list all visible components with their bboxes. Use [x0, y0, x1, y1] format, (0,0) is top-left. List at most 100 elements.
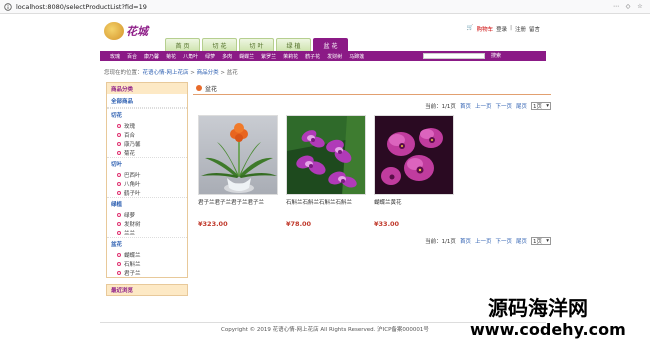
- nav-tab-green-plants[interactable]: 绿 植: [276, 38, 311, 51]
- page-select[interactable]: 1页 ▾: [531, 102, 551, 110]
- bullet-icon: [117, 252, 121, 257]
- first-page-link[interactable]: 首页: [460, 237, 471, 245]
- product-image-clivia[interactable]: [198, 115, 278, 195]
- breadcrumb: 您现在的位置：花语心情-网上花店 > 商品分类 > 盆花: [104, 68, 238, 76]
- cat-link[interactable]: 马蹄莲: [349, 53, 364, 60]
- cart-icon[interactable]: 🛒: [467, 25, 474, 33]
- page-info: 当前：1/1页: [425, 104, 456, 110]
- cat-link[interactable]: 鹤子花: [305, 53, 320, 60]
- sidebar-group-title[interactable]: 盆花: [107, 237, 187, 250]
- bullet-icon: [117, 261, 121, 266]
- next-page-link[interactable]: 下一页: [495, 102, 512, 110]
- breadcrumb-category[interactable]: 商品分类: [197, 70, 219, 76]
- bullet-icon: [117, 221, 121, 226]
- nav-tab-home[interactable]: 首 页: [165, 38, 200, 51]
- bullet-icon: [117, 123, 121, 128]
- next-page-link[interactable]: 下一页: [495, 237, 512, 245]
- cat-link[interactable]: 多肉: [222, 53, 232, 60]
- product-image-dendrobium[interactable]: [286, 115, 366, 195]
- cart-link[interactable]: 购物车: [477, 25, 494, 33]
- sidebar-item-label: 石斛兰: [124, 261, 141, 268]
- top-links: 🛒 购物车 登录 | 注册 留言: [467, 25, 540, 33]
- info-icon[interactable]: [3, 2, 13, 12]
- sidebar-item-label: 发财树: [124, 221, 141, 228]
- cat-link[interactable]: 绿萝: [205, 53, 215, 60]
- bullet-icon: [117, 270, 121, 275]
- bullet-icon: [117, 181, 121, 186]
- sidebar-item[interactable]: 兰兰: [107, 228, 187, 237]
- product-card[interactable]: 君子兰君子兰君子兰君子兰 ¥323.00: [198, 115, 278, 228]
- product-card[interactable]: 蝴蝶兰黄花 ¥33.00: [374, 115, 454, 228]
- sidebar-all-products[interactable]: 全部商品: [107, 94, 187, 108]
- search-input[interactable]: [423, 53, 485, 59]
- sidebar-item[interactable]: 菊花: [107, 148, 187, 157]
- shield-icon[interactable]: ◇: [624, 3, 632, 11]
- breadcrumb-sep: >: [218, 70, 227, 76]
- cat-link[interactable]: 玫瑰: [110, 53, 120, 60]
- sidebar-group-title[interactable]: 切花: [107, 108, 187, 121]
- bullet-icon: [117, 212, 121, 217]
- cat-link[interactable]: 康乃馨: [144, 53, 159, 60]
- last-page-link[interactable]: 尾页: [516, 237, 527, 245]
- cat-link[interactable]: 紫罗兰: [261, 53, 276, 60]
- sidebar-item[interactable]: 石斛兰: [107, 259, 187, 268]
- nav-tab-cut-leaves[interactable]: 切 叶: [239, 38, 274, 51]
- breadcrumb-home[interactable]: 花语心情-网上花店: [143, 70, 189, 76]
- cat-link[interactable]: 百合: [127, 53, 137, 60]
- sidebar-group-title[interactable]: 绿植: [107, 197, 187, 210]
- logo-text: 花城: [126, 25, 148, 38]
- sidebar-item[interactable]: 八角叶: [107, 179, 187, 188]
- cat-link[interactable]: 茉莉花: [283, 53, 298, 60]
- menu-icon[interactable]: ⋯: [612, 3, 620, 11]
- product-name[interactable]: 蝴蝶兰黄花: [374, 198, 454, 206]
- sidebar-item[interactable]: 发财树: [107, 219, 187, 228]
- sidebar-item[interactable]: 鹤子叶: [107, 188, 187, 197]
- site-logo[interactable]: 花城: [104, 21, 164, 41]
- page-select[interactable]: 1页 ▾: [531, 237, 551, 245]
- prev-page-link[interactable]: 上一页: [475, 237, 492, 245]
- sidebar-item-label: 兰兰: [124, 230, 136, 237]
- search-button[interactable]: 搜索: [491, 52, 501, 59]
- bullet-icon: [117, 230, 121, 235]
- sidebar-item-label: 绿萝: [124, 212, 136, 219]
- star-icon[interactable]: ☆: [636, 3, 644, 11]
- sidebar-item[interactable]: 玫瑰: [107, 121, 187, 130]
- section-title-text: 盆花: [205, 85, 218, 93]
- sidebar-item[interactable]: 巴西叶: [107, 170, 187, 179]
- sidebar-item[interactable]: 康乃馨: [107, 139, 187, 148]
- login-link[interactable]: 登录: [496, 25, 507, 33]
- product-image-phalaenopsis[interactable]: [374, 115, 454, 195]
- logo-emblem: [104, 22, 124, 40]
- sidebar-title: 商品分类: [107, 83, 187, 94]
- first-page-link[interactable]: 首页: [460, 102, 471, 110]
- sidebar-item[interactable]: 蝴蝶兰: [107, 250, 187, 259]
- section-icon: [196, 85, 202, 91]
- cat-link[interactable]: 菊花: [166, 53, 176, 60]
- message-link[interactable]: 留言: [529, 25, 540, 33]
- main-content: 盆花 当前：1/1页 首页 上一页 下一页 尾页 1页 ▾ 君子兰君子兰君子兰君…: [193, 82, 551, 247]
- bullet-icon: [117, 150, 121, 155]
- separator: |: [510, 25, 512, 31]
- nav-tab-cut-flowers[interactable]: 切 花: [202, 38, 237, 51]
- sidebar-item-label: 君子兰: [124, 270, 141, 277]
- sidebar-item-label: 康乃馨: [124, 141, 141, 148]
- cat-link[interactable]: 发财树: [327, 53, 342, 60]
- product-name[interactable]: 石斛兰石斛兰石斛兰石斛兰: [286, 198, 366, 206]
- sidebar-item[interactable]: 百合: [107, 130, 187, 139]
- product-card[interactable]: 石斛兰石斛兰石斛兰石斛兰 ¥78.00: [286, 115, 366, 228]
- bullet-icon: [117, 172, 121, 177]
- sidebar: 商品分类 全部商品 切花 玫瑰 百合 康乃馨 菊花 切叶 巴西叶 八角叶 鹤子叶…: [106, 82, 188, 296]
- address-bar[interactable]: localhost:8080/selectProductList?fid=19: [16, 3, 612, 11]
- product-name[interactable]: 君子兰君子兰君子兰君子兰: [198, 198, 278, 206]
- chevron-down-icon: ▾: [546, 103, 549, 109]
- sidebar-item-label: 百合: [124, 132, 136, 139]
- sidebar-item[interactable]: 绿萝: [107, 210, 187, 219]
- register-link[interactable]: 注册: [515, 25, 526, 33]
- cat-link[interactable]: 八角叶: [183, 53, 198, 60]
- cat-link[interactable]: 蝴蝶兰: [239, 53, 254, 60]
- sidebar-group-title[interactable]: 切叶: [107, 157, 187, 170]
- prev-page-link[interactable]: 上一页: [475, 102, 492, 110]
- last-page-link[interactable]: 尾页: [516, 102, 527, 110]
- nav-tab-potted-flowers[interactable]: 盆 花: [313, 38, 348, 51]
- sidebar-item[interactable]: 君子兰: [107, 268, 187, 277]
